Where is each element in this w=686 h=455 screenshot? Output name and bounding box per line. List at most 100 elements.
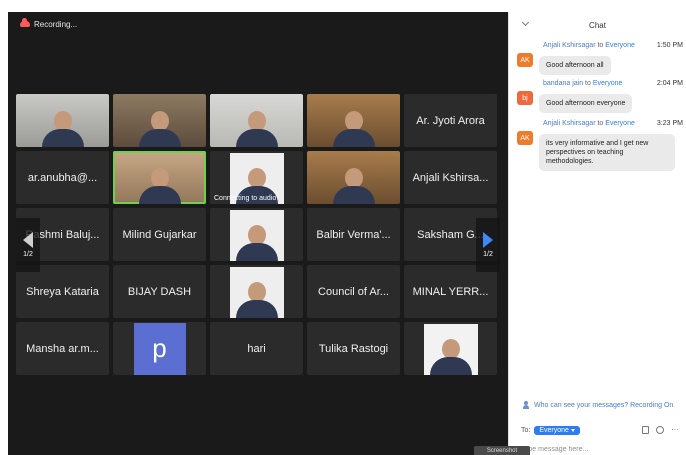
audio-status: Connecting to audio	[214, 195, 277, 202]
message-recipient: Everyone	[605, 42, 635, 49]
participant-tile[interactable]: ar.anubha@...	[16, 151, 109, 204]
message-to: to	[597, 120, 604, 127]
message-input[interactable]	[521, 442, 671, 455]
participant-name: Tulika Rastogi	[318, 342, 389, 355]
participant-tile[interactable]: Connecting to audio	[210, 151, 303, 204]
recording-label: Recording...	[34, 19, 78, 29]
recipient-select[interactable]: Everyone	[534, 425, 580, 435]
message-sender[interactable]: Anjali Kshirsagar	[543, 120, 596, 127]
previous-page-button[interactable]: 1/2	[16, 218, 40, 272]
emoji-icon[interactable]	[656, 426, 664, 434]
participant-tile[interactable]	[210, 265, 303, 318]
message-recipient: Everyone	[592, 80, 623, 87]
participant-video	[138, 168, 181, 204]
recipient-value: Everyone	[539, 426, 569, 434]
participant-tile[interactable]: Mansha ar.m...	[16, 322, 109, 375]
sender-avatar: AK	[517, 53, 533, 67]
participant-tile[interactable]	[307, 94, 400, 147]
message-recipient: Everyone	[605, 120, 635, 127]
participant-tile[interactable]: Council of Ar...	[307, 265, 400, 318]
message-text: its very informative and I get new persp…	[539, 134, 675, 171]
message-meta: Anjali Kshirsagar to Everyone 1:50 PM	[517, 42, 683, 54]
participant-name: Anjali Kshirsa...	[412, 171, 489, 184]
message-time: 1:50 PM	[656, 42, 683, 49]
participant-tile[interactable]: BIJAY DASH	[113, 265, 206, 318]
sender-avatar: bj	[517, 91, 533, 105]
chat-footer: Who can see your messages? Recording On …	[509, 398, 686, 455]
participant-tile[interactable]	[16, 94, 109, 147]
message-time: 2:04 PM	[656, 80, 683, 87]
message-meta: bandana jain to Everyone 2:04 PM	[517, 80, 683, 92]
message-sender[interactable]: bandana jain	[543, 80, 583, 87]
participant-tile[interactable]	[307, 151, 400, 204]
cloud-record-icon	[20, 18, 30, 27]
participant-video	[332, 111, 375, 147]
participant-photo	[423, 324, 478, 375]
participant-tile[interactable]: Shreya Kataria	[16, 265, 109, 318]
privacy-notice[interactable]: Who can see your messages? Recording On	[509, 398, 686, 412]
participant-tile[interactable]: Ar. Jyoti Arora	[404, 94, 497, 147]
more-icon[interactable]: ···	[671, 426, 679, 434]
participant-name: ar.anubha@...	[27, 171, 98, 184]
chat-toolbar: ···	[642, 426, 679, 434]
participant-name: Ar. Jyoti Arora	[416, 114, 485, 127]
participant-avatar: p	[133, 322, 186, 375]
video-gallery: Recording... Ar. Jyoti Arora ar.anubha@..…	[8, 12, 508, 455]
arrow-left-icon	[23, 232, 33, 248]
message-meta: Anjali Kshirsagar to Everyone 3:23 PM	[517, 120, 683, 132]
chat-message: Anjali Kshirsagar to Everyone 1:50 PM AK Go…	[517, 42, 683, 75]
participant-name: Balbir Verma'...	[316, 228, 391, 241]
chat-title: Chat	[589, 20, 606, 30]
page-indicator-right: 1/2	[483, 251, 493, 258]
screenshot-tag: Screenshot	[474, 446, 530, 455]
sender-avatar: AK	[517, 131, 533, 145]
participant-tile[interactable]	[113, 94, 206, 147]
participant-tile[interactable]	[404, 322, 497, 375]
message-to: to	[585, 80, 591, 87]
message-time: 3:23 PM	[656, 120, 683, 127]
participant-name: BIJAY DASH	[127, 285, 192, 298]
participant-tile[interactable]	[210, 208, 303, 261]
participant-tile[interactable]: hari	[210, 322, 303, 375]
participant-video	[332, 168, 375, 204]
participant-tile[interactable]: MINAL YERR...	[404, 265, 497, 318]
participant-name: Council of Ar...	[318, 285, 389, 298]
chat-header: Chat	[509, 12, 686, 38]
recording-indicator[interactable]: Recording...	[14, 16, 83, 32]
participant-video	[138, 111, 181, 147]
file-icon[interactable]	[642, 426, 649, 434]
message-text: Good afternoon all	[539, 56, 611, 75]
chat-message: Anjali Kshirsagar to Everyone 3:23 PM AK it…	[517, 120, 683, 171]
participant-name: hari	[247, 342, 266, 355]
participant-tile[interactable]: Milind Gujarkar	[113, 208, 206, 261]
message-text: Good afternoon everyone	[539, 94, 633, 113]
participant-tile[interactable]: Tulika Rastogi	[307, 322, 400, 375]
page-indicator-left: 1/2	[23, 251, 33, 258]
participant-photo	[229, 210, 284, 261]
participant-name: Mansha ar.m...	[26, 342, 99, 355]
participant-photo	[229, 267, 284, 318]
chat-panel: Chat Anjali Kshirsagar to Everyone 1:50 P…	[508, 12, 686, 455]
arrow-right-icon	[483, 232, 493, 248]
caret-down-icon	[570, 428, 575, 432]
privacy-note: Who can see your messages? Recording On	[534, 401, 674, 409]
message-sender[interactable]: Anjali Kshirsagar	[543, 42, 596, 49]
collapse-chat-button[interactable]	[521, 18, 529, 28]
message-to: to	[597, 42, 604, 49]
participant-name: Milind Gujarkar	[122, 228, 197, 241]
participant-tile[interactable]	[210, 94, 303, 147]
chevron-down-icon	[521, 18, 529, 27]
participant-tile[interactable]: p	[113, 322, 206, 375]
zoom-window: Recording... Ar. Jyoti Arora ar.anubha@..…	[0, 0, 686, 455]
participant-tile[interactable]	[113, 151, 206, 204]
next-page-button[interactable]: 1/2	[476, 218, 500, 272]
people-icon	[523, 401, 531, 409]
participant-name: Shreya Kataria	[26, 285, 99, 298]
participant-name: MINAL YERR...	[412, 285, 489, 298]
participant-tile[interactable]: Balbir Verma'...	[307, 208, 400, 261]
participant-tile[interactable]: Anjali Kshirsa...	[404, 151, 497, 204]
to-label: To:	[521, 426, 531, 434]
recipient-row: To: Everyone ···	[509, 420, 686, 440]
chat-message: bandana jain to Everyone 2:04 PM bj Good af…	[517, 80, 683, 113]
participant-video	[41, 111, 84, 147]
